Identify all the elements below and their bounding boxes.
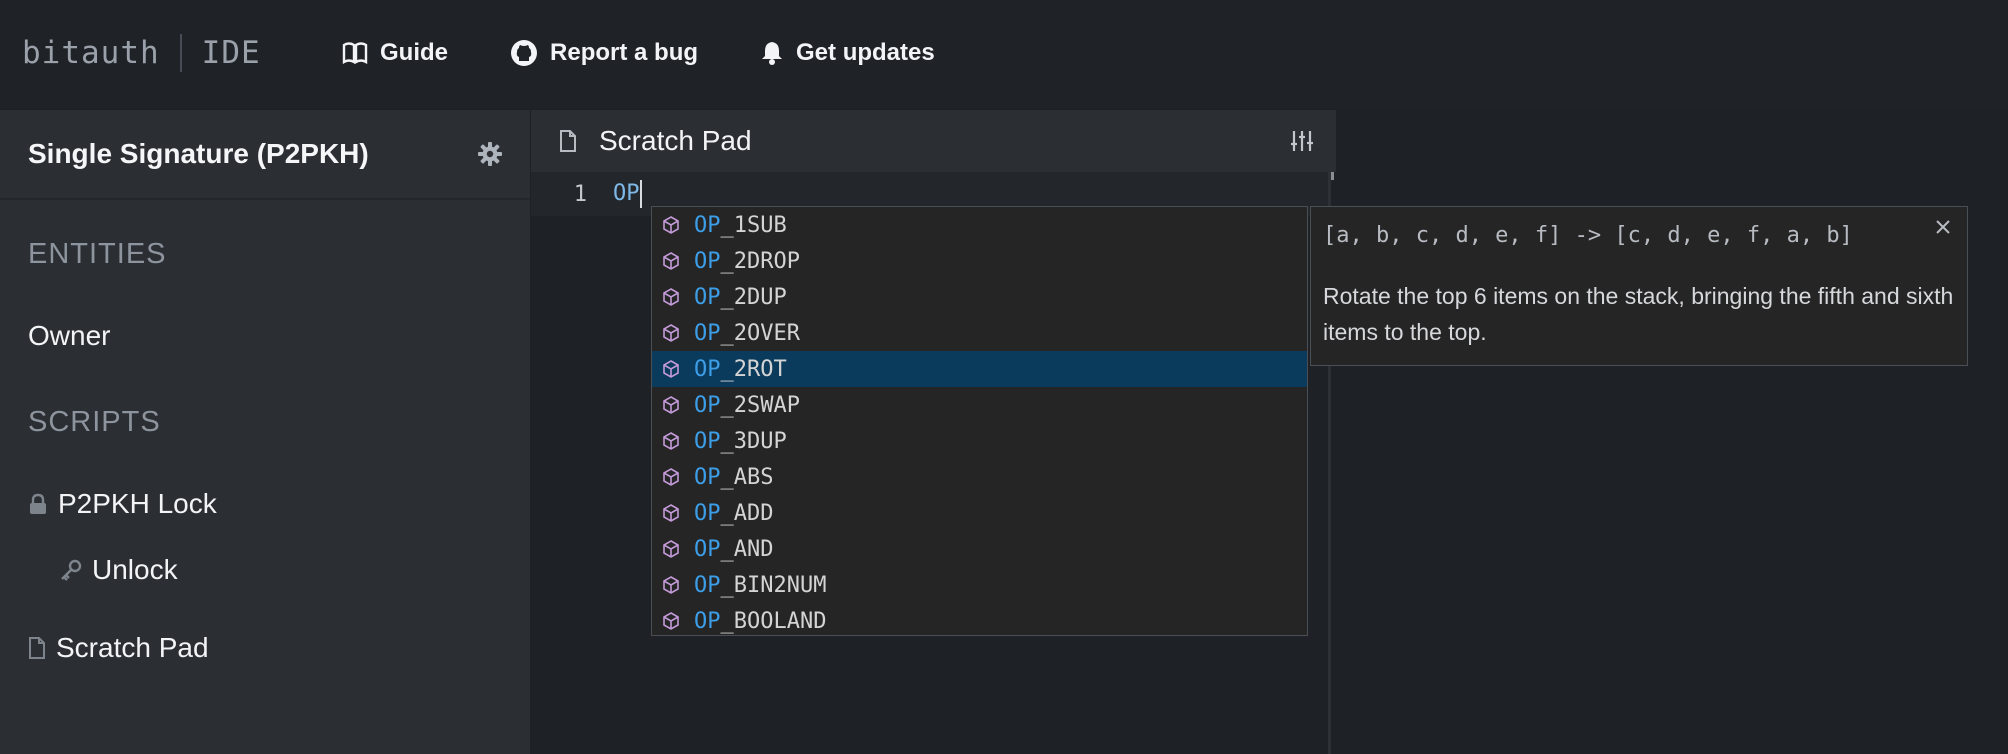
cube-icon	[663, 324, 679, 342]
top-bar: bitauth IDE Guide Report a bug Get updat…	[0, 0, 2008, 108]
app-logo[interactable]: bitauth IDE	[22, 30, 261, 76]
autocomplete-match: OP	[694, 608, 721, 634]
autocomplete-match: OP	[694, 320, 721, 346]
autocomplete-item[interactable]: OP _2OVER	[652, 315, 1307, 351]
autocomplete-rest: _1SUB	[720, 212, 787, 238]
template-title[interactable]: Single Signature (P2PKH)	[28, 138, 369, 170]
logo-divider	[179, 34, 182, 72]
sidebar-item-owner[interactable]: Owner	[28, 320, 110, 352]
code-content: OP	[613, 181, 640, 206]
autocomplete-list: OP _1SUB OP _2DROP OP _2DUP OP _2OVER OP _2ROT OP _…	[651, 206, 1308, 636]
autocomplete-item[interactable]: OP _1SUB	[652, 207, 1307, 243]
guide-label: Guide	[380, 39, 449, 66]
cube-icon	[663, 504, 679, 522]
entities-heading: ENTITIES	[28, 238, 167, 270]
autocomplete-item[interactable]: OP _AND	[652, 531, 1307, 567]
book-icon	[342, 42, 368, 65]
autocomplete-item[interactable]: OP _3DUP	[652, 423, 1307, 459]
autocomplete-match: OP	[694, 572, 721, 598]
autocomplete-rest: _ADD	[720, 500, 774, 526]
autocomplete-item[interactable]: OP _ADD	[652, 495, 1307, 531]
sidebar-item-label: Scratch Pad	[56, 632, 209, 663]
autocomplete-item[interactable]: OP _2SWAP	[652, 387, 1307, 423]
cube-icon	[663, 216, 679, 234]
autocomplete-rest: _AND	[720, 536, 774, 562]
settings-sliders-icon[interactable]	[1290, 129, 1314, 153]
sidebar: Single Signature (P2PKH) ENTITIES Owner …	[0, 110, 530, 754]
cube-icon	[663, 540, 679, 558]
autocomplete-rest: _3DUP	[720, 428, 787, 454]
cube-icon	[663, 288, 679, 306]
top-nav: Guide Report a bug Get updates	[342, 33, 997, 73]
autocomplete-rest: _BOOLAND	[720, 608, 827, 634]
cube-icon	[663, 468, 679, 486]
autocomplete-match: OP	[694, 248, 721, 274]
opcode-signature: [a, b, c, d, e, f] -> [c, d, e, f, a, b]	[1323, 223, 1853, 248]
cube-icon	[663, 432, 679, 450]
autocomplete-rest: _2ROT	[720, 356, 787, 382]
editor-header: Scratch Pad	[531, 110, 1336, 172]
sidebar-item-label: P2PKH Lock	[58, 488, 217, 519]
file-icon	[560, 130, 576, 152]
template-header: Single Signature (P2PKH)	[0, 110, 530, 200]
sidebar-item-label: Unlock	[92, 554, 178, 585]
autocomplete-rest: _2DROP	[720, 248, 800, 274]
get-updates-label: Get updates	[796, 39, 935, 66]
sidebar-item-scratch-pad[interactable]: Scratch Pad	[28, 632, 209, 664]
editor-scrollbar-thumb[interactable]	[1331, 172, 1334, 180]
autocomplete-match: OP	[694, 284, 721, 310]
github-icon	[511, 40, 538, 66]
autocomplete-rest: _2SWAP	[720, 392, 800, 418]
autocomplete-match: OP	[694, 464, 721, 490]
cube-icon	[663, 576, 679, 594]
autocomplete-match: OP	[694, 428, 721, 454]
editor-title-text: Scratch Pad	[599, 125, 752, 156]
get-updates-link[interactable]: Get updates	[760, 33, 935, 73]
gear-icon[interactable]	[478, 142, 502, 166]
sidebar-item-label: Owner	[28, 320, 111, 351]
code-text[interactable]: OP	[613, 180, 642, 208]
suggestion-details: [a, b, c, d, e, f] -> [c, d, e, f, a, b]…	[1310, 206, 1968, 366]
autocomplete-item[interactable]: OP _2DUP	[652, 279, 1307, 315]
autocomplete-match: OP	[694, 500, 721, 526]
text-cursor	[639, 180, 642, 208]
key-icon	[61, 559, 82, 581]
sidebar-item-unlock[interactable]: Unlock	[60, 554, 178, 586]
bell-icon	[762, 42, 783, 65]
editor-title: Scratch Pad	[559, 125, 752, 157]
lock-icon	[30, 493, 46, 514]
autocomplete-match: OP	[694, 536, 721, 562]
close-icon[interactable]	[1935, 219, 1951, 235]
autocomplete-rest: _ABS	[720, 464, 774, 490]
cube-icon	[663, 252, 679, 270]
opcode-description: Rotate the top 6 items on the stack, bri…	[1323, 283, 1954, 345]
report-bug-link[interactable]: Report a bug	[510, 33, 698, 73]
autocomplete-rest: _2OVER	[720, 320, 800, 346]
autocomplete-match: OP	[694, 356, 721, 382]
scripts-heading: SCRIPTS	[28, 406, 161, 438]
sidebar-item-p2pkh-lock[interactable]: P2PKH Lock	[28, 488, 217, 520]
autocomplete-item[interactable]: OP _BIN2NUM	[652, 567, 1307, 603]
file-icon	[29, 637, 45, 659]
autocomplete-match: OP	[694, 212, 721, 238]
autocomplete-item[interactable]: OP _ABS	[652, 459, 1307, 495]
line-number: 1	[573, 181, 587, 207]
cube-icon	[663, 396, 679, 414]
report-bug-label: Report a bug	[550, 39, 699, 66]
logo-text-ide: IDE	[201, 35, 261, 71]
autocomplete-item[interactable]: OP _BOOLAND	[652, 603, 1307, 639]
cube-icon	[663, 360, 679, 378]
autocomplete-rest: _BIN2NUM	[720, 572, 827, 598]
autocomplete-match: OP	[694, 392, 721, 418]
autocomplete-item[interactable]: OP _2DROP	[652, 243, 1307, 279]
autocomplete-item[interactable]: OP _2ROT	[652, 351, 1307, 387]
guide-link[interactable]: Guide	[342, 33, 448, 73]
logo-text-bitauth: bitauth	[22, 35, 160, 71]
cube-icon	[663, 612, 679, 630]
autocomplete-rest: _2DUP	[720, 284, 787, 310]
